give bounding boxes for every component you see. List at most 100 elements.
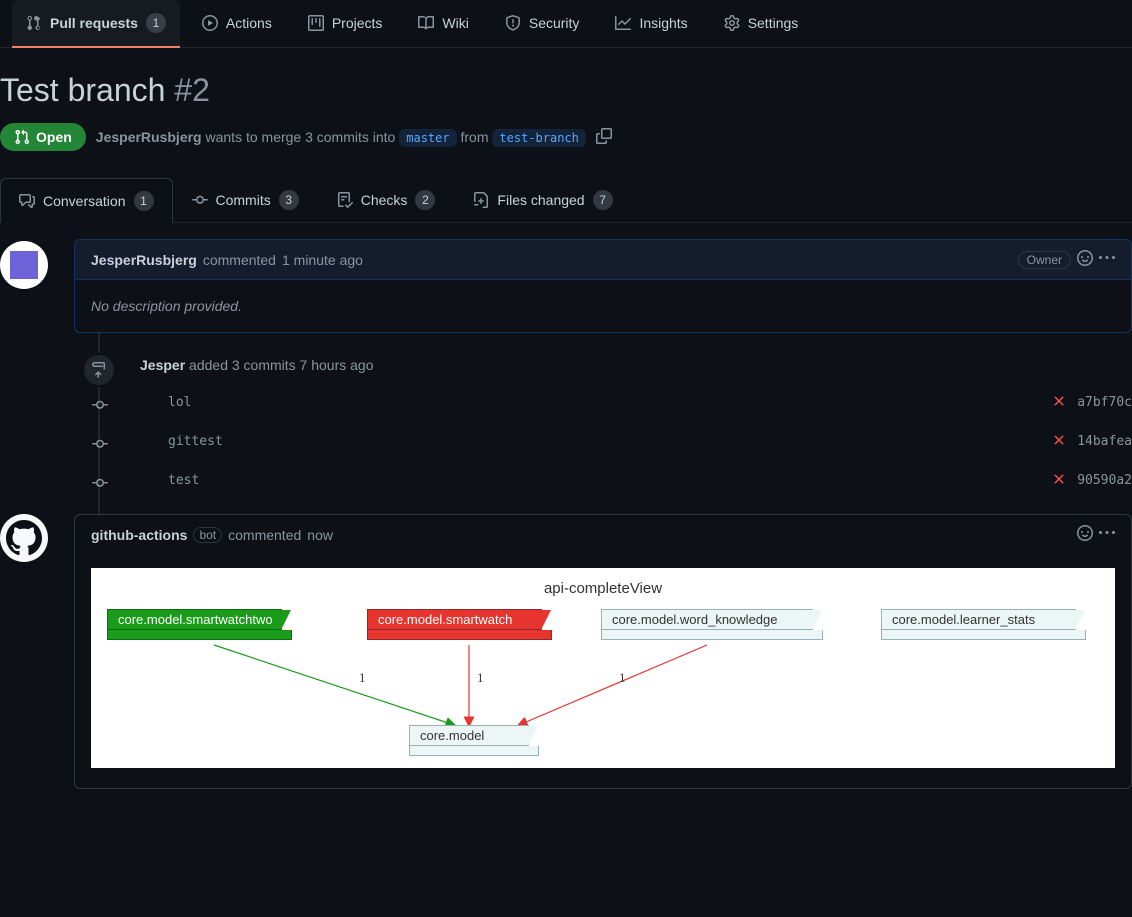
tab-label: Files changed: [497, 192, 584, 208]
nav-label: Insights: [639, 15, 687, 31]
graph-icon: [615, 15, 631, 31]
timeline: JesperRusbjerg commented 1 minute ago Ow…: [0, 239, 1132, 514]
pr-header: Test branch #2 Open JesperRusbjerg wants…: [0, 48, 1132, 239]
class-diagram: api-completeView 1 1 1: [91, 568, 1115, 768]
commit-message-link[interactable]: test: [148, 473, 1051, 488]
diagram-title: api-completeView: [99, 580, 1107, 597]
pr-number: #2: [174, 72, 210, 108]
commit-sha-link[interactable]: 14bafea: [1077, 434, 1132, 449]
edge-label: 1: [477, 670, 484, 685]
tab-conversation[interactable]: Conversation 1: [0, 178, 173, 223]
edge-label: 1: [359, 670, 366, 685]
tab-count: 2: [415, 190, 435, 210]
pr-merge-text-2: from: [461, 129, 489, 145]
timeline-push-event: Jesper added 3 commits 7 hours ago: [100, 347, 1132, 383]
commit-message-link[interactable]: gittest: [148, 434, 1051, 449]
tab-commits[interactable]: Commits 3: [173, 177, 318, 222]
git-commit-icon: [192, 192, 208, 208]
pr-author-link[interactable]: JesperRusbjerg: [96, 129, 202, 145]
nav-projects[interactable]: Projects: [294, 0, 397, 48]
tab-count: 7: [593, 190, 613, 210]
checklist-icon: [337, 192, 353, 208]
commit-row: lol a7bf70c: [100, 383, 1132, 422]
pr-merge-summary: JesperRusbjerg wants to merge 3 commits …: [96, 129, 586, 145]
tab-label: Checks: [361, 192, 408, 208]
pr-title: Test branch #2: [0, 72, 1132, 109]
timeline: github-actions bot commented now api-com…: [0, 514, 1132, 789]
git-commit-icon: [92, 475, 106, 489]
diagram-node: core.model.learner_stats: [881, 609, 1076, 640]
pr-meta-row: Open JesperRusbjerg wants to merge 3 com…: [0, 123, 1132, 151]
kebab-icon[interactable]: [1099, 525, 1115, 544]
comment-time-link[interactable]: 1 minute ago: [282, 252, 363, 268]
comment-author-link[interactable]: JesperRusbjerg: [91, 252, 197, 268]
pr-state-text: Open: [36, 129, 72, 145]
nav-actions[interactable]: Actions: [188, 0, 286, 48]
x-icon[interactable]: [1051, 471, 1067, 490]
diagram-node-label: core.model.word_knowledge: [601, 609, 813, 630]
comment-header: JesperRusbjerg commented 1 minute ago Ow…: [75, 240, 1131, 280]
git-commit-icon: [92, 436, 106, 450]
comment-body: No description provided.: [75, 280, 1131, 332]
avatar[interactable]: [0, 241, 48, 289]
nav-pull-requests[interactable]: Pull requests 1: [12, 0, 180, 48]
nav-security[interactable]: Security: [491, 0, 594, 48]
comment-body: api-completeView 1 1 1: [75, 554, 1131, 788]
kebab-icon[interactable]: [1099, 250, 1115, 269]
commit-message-link[interactable]: lol: [148, 395, 1051, 410]
bot-badge: bot: [193, 527, 222, 543]
base-branch-label[interactable]: master: [399, 129, 456, 147]
comment-author-link[interactable]: github-actions: [91, 527, 187, 543]
nav-wiki[interactable]: Wiki: [404, 0, 482, 48]
timeline-gutter: [0, 514, 74, 789]
comment-discussion-icon: [19, 193, 35, 209]
commit-sha-link[interactable]: a7bf70c: [1077, 395, 1132, 410]
file-diff-icon: [473, 192, 489, 208]
diagram-node-label: core.model.smartwatchtwo: [107, 609, 282, 630]
edge-label: 1: [619, 670, 626, 685]
git-commit-icon: [92, 397, 106, 411]
event-text: added 3 commits: [189, 357, 296, 373]
x-icon[interactable]: [1051, 432, 1067, 451]
copy-icon[interactable]: [596, 128, 612, 147]
nav-label: Wiki: [442, 15, 468, 31]
timeline-gutter: [0, 239, 74, 514]
nav-count: 1: [146, 13, 166, 33]
event-author-link[interactable]: Jesper: [140, 357, 185, 373]
pr-title-text: Test branch: [0, 72, 165, 108]
nav-settings[interactable]: Settings: [710, 0, 813, 48]
comment-action: commented: [228, 527, 301, 543]
comment-header: github-actions bot commented now: [75, 515, 1131, 554]
tab-label: Commits: [216, 192, 271, 208]
smiley-icon[interactable]: [1077, 525, 1093, 544]
project-icon: [308, 15, 324, 31]
git-pull-request-icon: [14, 129, 30, 145]
nav-label: Security: [529, 15, 580, 31]
commit-sha-link[interactable]: 90590a2: [1077, 473, 1132, 488]
diagram-node: core.model.word_knowledge: [601, 609, 813, 640]
timeline-line: Jesper added 3 commits 7 hours ago lol a7…: [98, 333, 1132, 514]
nav-insights[interactable]: Insights: [601, 0, 701, 48]
diagram-node-label: core.model: [409, 725, 529, 746]
smiley-icon[interactable]: [1077, 250, 1093, 269]
commit-row: test 90590a2: [100, 461, 1132, 500]
play-icon: [202, 15, 218, 31]
diagram-node: core.model: [409, 725, 529, 756]
tab-label: Conversation: [43, 193, 126, 209]
avatar[interactable]: [0, 514, 48, 562]
git-pull-request-icon: [26, 15, 42, 31]
event-time-link[interactable]: 7 hours ago: [300, 357, 374, 373]
diagram-node: core.model.smartwatch: [367, 609, 542, 640]
nav-label: Actions: [226, 15, 272, 31]
tab-count: 1: [134, 191, 154, 211]
tab-checks[interactable]: Checks 2: [318, 177, 455, 222]
pr-merge-text-1: wants to merge 3 commits into: [206, 129, 396, 145]
tab-files-changed[interactable]: Files changed 7: [454, 177, 631, 222]
gear-icon: [724, 15, 740, 31]
head-branch-label[interactable]: test-branch: [492, 129, 585, 147]
x-icon[interactable]: [1051, 393, 1067, 412]
comment-time-link[interactable]: now: [307, 527, 333, 543]
diagram-node-label: core.model.learner_stats: [881, 609, 1076, 630]
comment-action: commented: [203, 252, 276, 268]
pr-tabs: Conversation 1 Commits 3 Checks 2 Files …: [0, 177, 1132, 223]
